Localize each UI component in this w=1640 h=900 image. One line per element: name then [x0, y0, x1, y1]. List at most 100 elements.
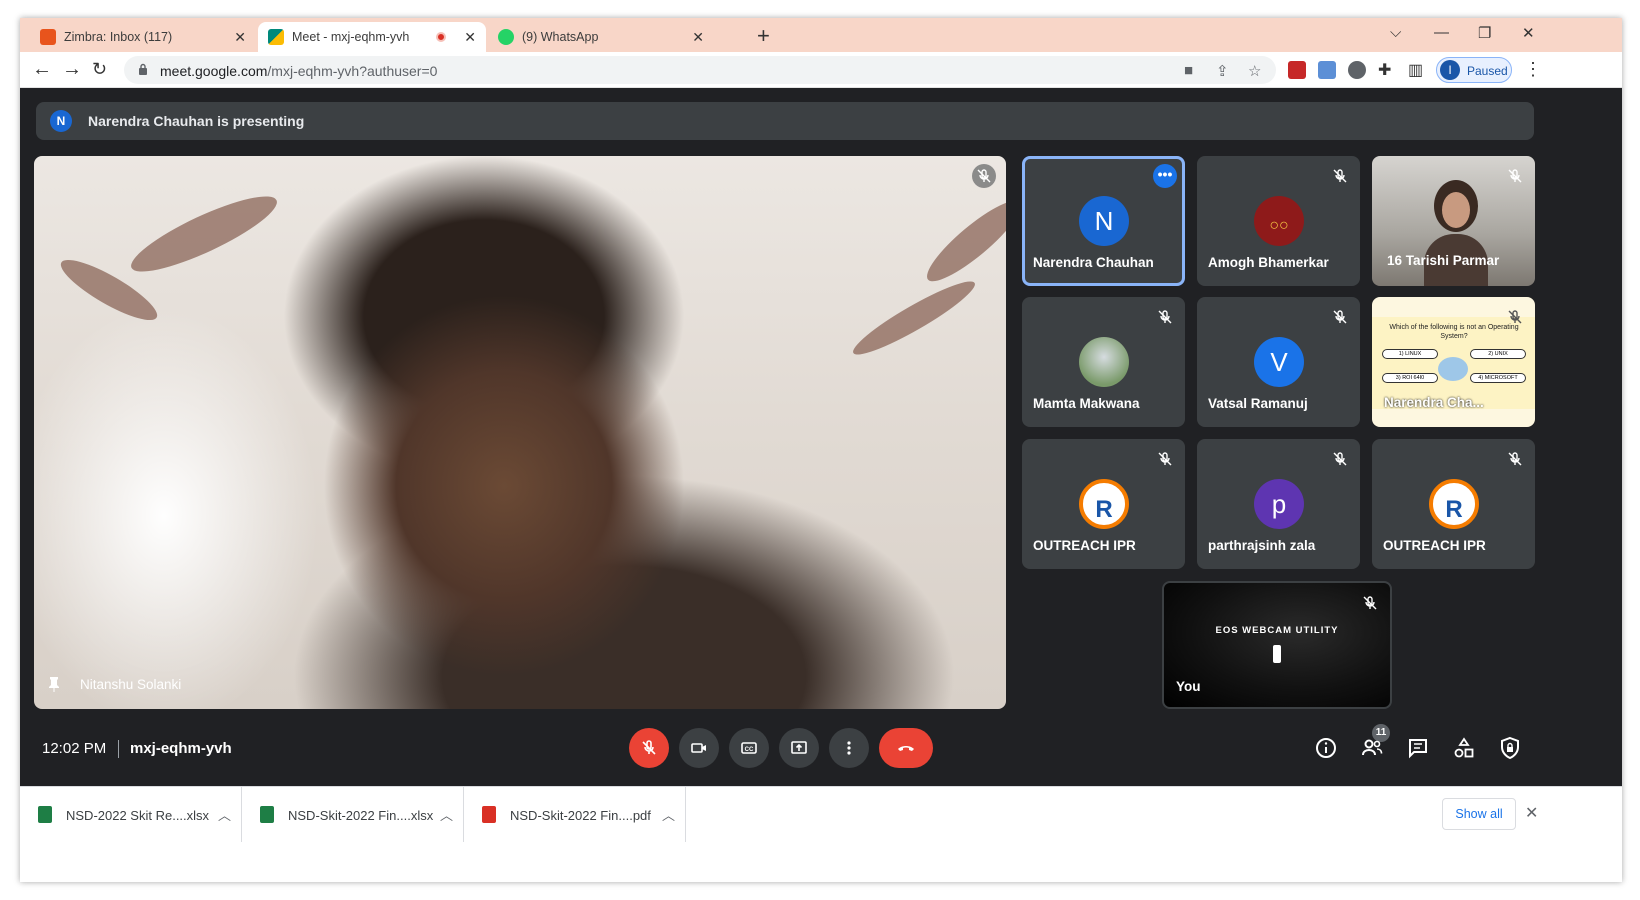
- forward-arrow-icon[interactable]: →: [62, 58, 82, 80]
- svg-text:CC: CC: [745, 747, 754, 753]
- tab-meet[interactable]: Meet - mxj-eqhm-yvh ✕: [258, 22, 486, 52]
- new-tab-button[interactable]: +: [757, 25, 770, 47]
- extensions-puzzle-icon[interactable]: ✚: [1378, 60, 1391, 82]
- participant-name: Amogh Bhamerkar: [1208, 255, 1329, 270]
- bookmark-star-icon[interactable]: ☆: [1248, 62, 1261, 80]
- close-window-icon[interactable]: ✕: [1522, 24, 1535, 42]
- participant-tile[interactable]: 16 Tarishi Parmar: [1372, 156, 1535, 286]
- address-bar[interactable]: meet.google.com/mxj-eqhm-yvh?authuser=0 …: [124, 56, 1276, 84]
- muted-mic-icon: [1328, 164, 1352, 188]
- more-options-button[interactable]: [829, 728, 869, 768]
- recording-icon: [436, 32, 447, 42]
- slide-option: 1) LINUX: [1382, 349, 1438, 359]
- whatsapp-favicon-icon: [498, 29, 514, 45]
- camera-button[interactable]: [679, 728, 719, 768]
- info-icon: [1316, 738, 1336, 758]
- people-button[interactable]: [1360, 736, 1384, 760]
- participant-name: OUTREACH IPR: [1033, 538, 1136, 553]
- activities-button[interactable]: [1452, 736, 1476, 760]
- show-all-button[interactable]: Show all: [1442, 798, 1516, 830]
- presentation-tile[interactable]: Which of the following is not an Operati…: [1372, 297, 1535, 427]
- download-item[interactable]: NSD-Skit-2022 Fin....xlsx ︿: [242, 787, 464, 843]
- side-panel-icon[interactable]: ▥: [1408, 60, 1423, 82]
- url-path: /mxj-eqhm-yvh?authuser=0: [267, 63, 438, 79]
- usb-plug-icon: [1273, 645, 1281, 663]
- host-controls-button[interactable]: [1498, 736, 1522, 760]
- meeting-code: mxj-eqhm-yvh: [130, 740, 232, 757]
- pin-icon[interactable]: [48, 676, 60, 692]
- self-video-tile[interactable]: EOS WEBCAM UTILITY You: [1162, 581, 1392, 709]
- browser-menu-icon[interactable]: ⋮: [1524, 60, 1542, 78]
- more-options-icon[interactable]: •••: [1153, 164, 1177, 188]
- participant-name: Mamta Makwana: [1033, 396, 1140, 411]
- tab-whatsapp[interactable]: (9) WhatsApp ✕: [488, 22, 714, 52]
- close-shelf-icon[interactable]: ✕: [1525, 803, 1538, 823]
- presentation-name: Narendra Cha...: [1384, 395, 1484, 410]
- meeting-details-button[interactable]: [1314, 736, 1338, 760]
- avatar: V: [1254, 337, 1304, 387]
- download-item[interactable]: NSD-Skit-2022 Fin....pdf ︿: [464, 787, 686, 843]
- tab-search-chevron-icon[interactable]: ⌵: [1390, 24, 1401, 41]
- participant-tile[interactable]: V Vatsal Ramanuj: [1197, 297, 1360, 427]
- avatar-photo: [1079, 337, 1129, 387]
- tab-strip: Zimbra: Inbox (117) ✕ Meet - mxj-eqhm-yv…: [20, 18, 1622, 52]
- close-icon[interactable]: ✕: [692, 29, 704, 46]
- participant-tile[interactable]: R OUTREACH IPR: [1022, 439, 1185, 569]
- presenter-avatar: N: [50, 110, 72, 132]
- minimize-icon[interactable]: —: [1434, 24, 1449, 41]
- profile-button[interactable]: I Paused: [1436, 57, 1512, 83]
- reload-icon[interactable]: ↻: [92, 58, 107, 80]
- profile-avatar: I: [1440, 60, 1460, 80]
- excel-file-icon: [38, 806, 52, 823]
- ceiling-fan-blade: [123, 183, 285, 285]
- chevron-up-icon[interactable]: ︿: [440, 805, 453, 824]
- camera-icon: [691, 743, 706, 753]
- tab-zimbra[interactable]: Zimbra: Inbox (117) ✕: [30, 22, 256, 52]
- participant-tile[interactable]: ••• N Narendra Chauhan: [1022, 156, 1185, 286]
- share-icon[interactable]: ⇪: [1216, 62, 1229, 80]
- zimbra-favicon-icon: [40, 29, 56, 45]
- slide-option: 2) UNIX: [1470, 349, 1526, 359]
- participant-tile[interactable]: Mamta Makwana: [1022, 297, 1185, 427]
- camera-in-use-icon[interactable]: ■: [1184, 62, 1193, 79]
- back-arrow-icon[interactable]: ←: [32, 58, 52, 80]
- participant-tile[interactable]: R OUTREACH IPR: [1372, 439, 1535, 569]
- url-host: meet.google.com: [160, 63, 268, 79]
- meeting-clock: 12:02 PM: [42, 740, 107, 757]
- muted-mic-icon: [1358, 591, 1382, 615]
- restore-icon[interactable]: ❐: [1478, 24, 1491, 42]
- main-video-tile[interactable]: Nitanshu Solanki: [34, 156, 1006, 709]
- leave-call-button[interactable]: [879, 728, 933, 768]
- lock-icon: [139, 63, 147, 75]
- close-icon[interactable]: ✕: [464, 29, 476, 46]
- chevron-up-icon[interactable]: ︿: [218, 805, 231, 824]
- chat-button[interactable]: [1406, 736, 1430, 760]
- webcam-caption: EOS WEBCAM UTILITY: [1215, 625, 1339, 636]
- chat-icon: [1409, 739, 1427, 759]
- captions-button[interactable]: CC: [729, 728, 769, 768]
- mic-off-button[interactable]: [629, 728, 669, 768]
- extension-screen-icon[interactable]: [1318, 61, 1336, 79]
- downloads-shelf: NSD-2022 Skit Re....xlsx ︿ NSD-Skit-2022…: [20, 786, 1622, 843]
- muted-mic-icon: [1153, 447, 1177, 471]
- self-name: You: [1176, 679, 1201, 694]
- muted-mic-icon: [1503, 447, 1527, 471]
- chevron-up-icon[interactable]: ︿: [662, 805, 675, 824]
- outreach-logo-icon: R: [1079, 479, 1129, 529]
- present-screen-button[interactable]: [779, 728, 819, 768]
- url-text: meet.google.com/mxj-eqhm-yvh?authuser=0: [160, 63, 437, 79]
- muted-mic-icon: [972, 164, 996, 188]
- participant-tile[interactable]: p parthrajsinh zala: [1197, 439, 1360, 569]
- extension-on-icon[interactable]: [1288, 61, 1306, 79]
- window-bottom: [20, 842, 1622, 882]
- hang-up-icon: [898, 746, 914, 751]
- download-item[interactable]: NSD-2022 Skit Re....xlsx ︿: [20, 787, 242, 843]
- extension-mask-icon[interactable]: [1348, 61, 1366, 79]
- more-vert-icon: [847, 741, 851, 755]
- muted-mic-icon: [1328, 447, 1352, 471]
- participant-tile[interactable]: ○○ Amogh Bhamerkar: [1197, 156, 1360, 286]
- muted-mic-icon: [1328, 305, 1352, 329]
- browser-toolbar: ← → ↻ meet.google.com/mxj-eqhm-yvh?authu…: [20, 52, 1622, 88]
- participant-name: Vatsal Ramanuj: [1208, 396, 1308, 411]
- close-icon[interactable]: ✕: [234, 29, 246, 46]
